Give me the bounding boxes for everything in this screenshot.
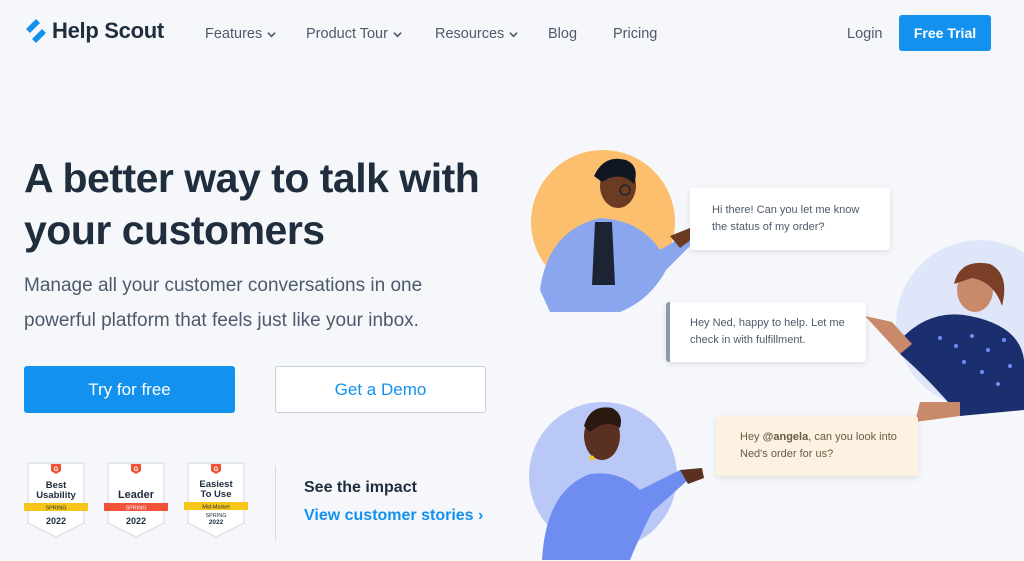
nav-pricing[interactable]: Pricing [613,26,657,42]
badge-year: 2022 [46,516,66,526]
view-customer-stories-link[interactable]: View customer stories › [304,507,483,525]
free-trial-button[interactable]: Free Trial [899,15,991,51]
nav-product-tour-label: Product Tour [306,26,388,42]
g2-badge-leader: G Leader SPRING 2022 [104,462,168,538]
nav-resources-label: Resources [435,26,505,42]
nav-resources[interactable]: Resources [435,26,518,42]
customer-ned-illustration [531,150,696,312]
help-scout-logo[interactable]: Help Scout [24,18,164,44]
g2-badge-best-usability: G Best Usability SPRING 2022 [24,462,88,538]
support-agent-illustration [865,240,1024,422]
brand-name: Help Scout [52,18,164,43]
g2-badge-easiest-to-use: G Easiest To Use Mid-Market SPRING 2022 [184,462,248,538]
badge-ribbon: SPRING [45,506,66,512]
badge-year: 2022 [209,519,224,526]
svg-text:G: G [214,467,219,473]
badge-ribbon: SPRING [125,506,146,512]
chevron-down-icon [393,31,402,37]
chat-bubble-agent: Hey Ned, happy to help. Let me check in … [666,302,866,362]
top-navigation: Help Scout Features Product Tour Resourc… [0,0,1024,68]
chat-bubble-internal-note: Hey @angela, can you look into Ned's ord… [716,416,918,476]
mention-tag: @angela [762,431,809,443]
badge-ribbon: Mid-Market [202,505,230,511]
see-impact-heading: See the impact [304,479,417,496]
badge-year: 2022 [126,516,146,526]
chat-bubble-customer-text: Hi there! Can you let me know the status… [712,204,860,233]
chat-bubble-customer: Hi there! Can you let me know the status… [690,188,890,250]
nav-pricing-label: Pricing [613,26,658,42]
nav-features[interactable]: Features [205,26,276,42]
svg-text:G: G [54,467,59,473]
hero-headline: A better way to talk with your customers [24,155,480,253]
teammate-illustration [529,402,704,560]
chat-bubble-agent-text: Hey Ned, happy to help. Let me check in … [690,317,845,346]
chat-bubble-note-text: Hey @angela, can you look into Ned's ord… [740,429,904,463]
badge-title-line1: Leader [118,489,155,501]
try-for-free-button[interactable]: Try for free [24,366,235,413]
badge-divider [275,466,276,540]
nav-blog-label: Blog [548,26,578,42]
login-link[interactable]: Login [847,26,882,42]
svg-text:G: G [134,467,139,473]
chevron-down-icon [509,31,518,37]
get-a-demo-button[interactable]: Get a Demo [275,366,486,413]
nav-features-label: Features [205,26,263,42]
badge-title-line2: Usability [36,490,76,501]
chevron-down-icon [267,31,276,37]
nav-product-tour[interactable]: Product Tour [306,26,402,42]
nav-blog[interactable]: Blog [548,26,577,42]
badge-title-line2: To Use [201,489,232,500]
help-scout-logo-icon [26,19,46,43]
hero-subhead: Manage all your customer conversations i… [24,275,423,331]
note-prefix: Hey [740,431,763,443]
